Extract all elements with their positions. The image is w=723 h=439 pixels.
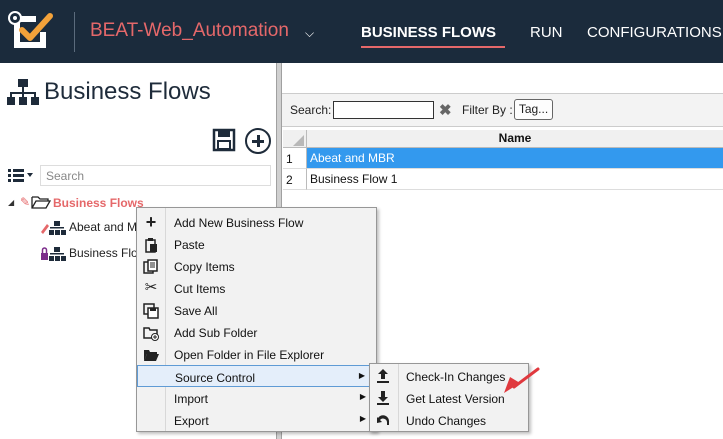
menu-item-export[interactable]: Export ▶ — [137, 409, 376, 431]
menu-item-label: Cut Items — [174, 282, 226, 296]
chevron-down-icon[interactable]: ⌵ — [305, 26, 314, 41]
cut-icon: ✂ — [144, 279, 158, 296]
save-all-icon — [143, 303, 159, 319]
menu-item-label: Undo Changes — [406, 414, 487, 428]
table-row[interactable]: 2 Business Flow 1 — [283, 169, 723, 190]
annotation-arrow-icon — [504, 367, 540, 393]
menu-item-label: Copy Items — [174, 260, 235, 274]
tag-filter-button[interactable]: Tag... — [514, 99, 553, 120]
row-number: 2 — [283, 169, 307, 190]
tree-item-label: Business Flo — [69, 246, 138, 260]
row-name-cell[interactable]: Abeat and MBR — [307, 148, 723, 169]
tree-item-label: Abeat and M — [69, 220, 138, 234]
menu-item-label: Save All — [174, 304, 218, 318]
menu-item-add-new-business-flow[interactable]: + Add New Business Flow — [137, 211, 376, 233]
menu-item-label: Open Folder in File Explorer — [174, 348, 325, 362]
menu-item-source-control[interactable]: Source Control ▶ — [137, 365, 376, 387]
list-view-icon[interactable] — [8, 168, 34, 182]
nav-run[interactable]: RUN — [530, 24, 563, 41]
menu-item-label: Paste — [174, 238, 205, 252]
menu-item-add-sub-folder[interactable]: Add Sub Folder — [137, 321, 376, 343]
solution-title[interactable]: BEAT-Web_Automation — [90, 20, 289, 42]
business-flows-icon — [7, 79, 39, 105]
app-logo-icon[interactable] — [6, 8, 58, 56]
clear-search-icon[interactable]: ✖ — [439, 101, 452, 119]
menu-item-paste[interactable]: Paste — [137, 233, 376, 255]
flow-locked-icon — [41, 247, 66, 261]
menu-item-label: Source Control — [175, 371, 256, 385]
row-number: 1 — [283, 148, 307, 169]
table-row[interactable]: 1 Abeat and MBR — [283, 148, 723, 169]
download-icon — [377, 391, 389, 405]
grid-search-input[interactable] — [333, 101, 434, 119]
submenu-arrow-icon: ▶ — [359, 414, 366, 423]
submenu-arrow-icon: ▶ — [359, 392, 366, 401]
nav-configurations[interactable]: CONFIGURATIONS — [587, 24, 722, 41]
menu-item-label: Add Sub Folder — [174, 326, 258, 340]
column-header-name[interactable]: Name — [307, 130, 723, 148]
menu-item-save-all[interactable]: Save All — [137, 299, 376, 321]
grid-corner[interactable] — [283, 130, 307, 148]
menu-item-open-folder[interactable]: Open Folder in File Explorer — [137, 343, 376, 365]
menu-item-copy-items[interactable]: Copy Items — [137, 255, 376, 277]
row-name-cell[interactable]: Business Flow 1 — [307, 169, 723, 190]
filter-by-label: Filter By : — [462, 103, 513, 117]
menu-item-label: Import — [174, 392, 209, 406]
edit-pencil-icon: ✎ — [20, 195, 31, 209]
paste-icon — [145, 238, 157, 253]
open-folder-icon — [144, 350, 159, 361]
menu-item-label: Export — [174, 414, 209, 428]
menu-item-label: Add New Business Flow — [174, 216, 304, 230]
submenu-arrow-icon: ▶ — [358, 371, 365, 380]
menu-item-label: Get Latest Version — [406, 392, 505, 406]
nav-business-flows[interactable]: BUSINESS FLOWS — [361, 24, 496, 41]
plus-icon: + — [145, 212, 157, 232]
expand-arrow-icon[interactable]: ◢ — [8, 198, 14, 207]
tree-item[interactable]: Abeat and M — [40, 220, 140, 236]
add-icon[interactable] — [245, 128, 271, 154]
save-icon[interactable] — [212, 128, 236, 152]
tree-item[interactable]: Business Flo — [40, 246, 140, 262]
copy-icon — [143, 259, 158, 274]
upload-icon — [377, 369, 389, 383]
menu-item-import[interactable]: Import ▶ — [137, 387, 376, 409]
tree-root-label: Business Flows — [53, 196, 144, 210]
page-title: Business Flows — [44, 78, 211, 105]
menu-item-undo-changes[interactable]: Undo Changes — [370, 409, 528, 431]
tree-search-input[interactable]: Search — [40, 165, 271, 186]
add-folder-icon — [143, 327, 159, 341]
menu-item-label: Check-In Changes — [406, 370, 506, 384]
context-menu: + Add New Business Flow Paste Copy Items… — [136, 207, 377, 432]
nav-active-underline — [361, 46, 505, 48]
flow-edit-icon — [41, 221, 66, 235]
folder-open-icon — [31, 196, 51, 209]
menu-item-cut-items[interactable]: ✂ Cut Items — [137, 277, 376, 299]
header-divider — [74, 12, 75, 52]
grid-search-label: Search: — [290, 103, 332, 117]
select-all-icon[interactable] — [283, 130, 307, 148]
undo-icon — [377, 415, 390, 425]
